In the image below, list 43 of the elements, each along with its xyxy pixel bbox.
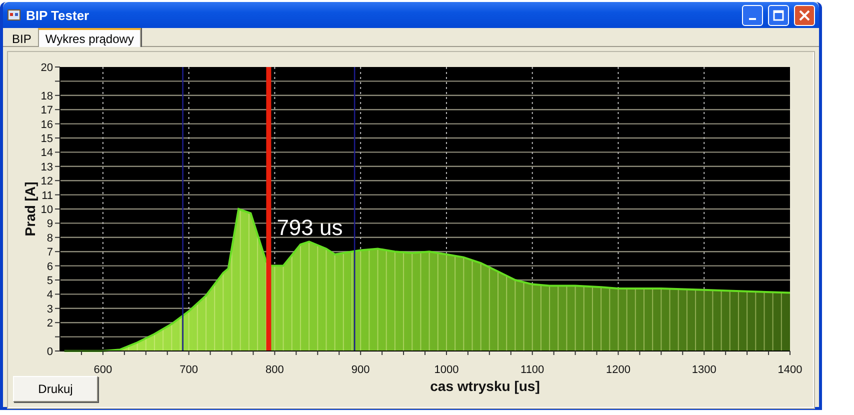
x-tick-label: 900 [351,364,370,376]
x-axis-title: cas wtrysku [us] [430,378,540,394]
y-tick-label: 20 [40,62,53,74]
y-axis-title: Prad [A] [22,182,38,236]
y-tick-label: 2 [46,318,53,330]
x-tick-label: 700 [180,364,198,376]
x-tick-label: 600 [94,364,112,376]
y-tick-label: 18 [40,90,53,102]
x-tick-label: 800 [266,364,284,376]
x-tick-label: 1100 [520,364,544,376]
x-tick-label: 1200 [606,364,630,376]
y-tick-label: 7 [46,246,53,259]
window-title: BIP Tester [26,8,90,22]
y-tick-label: 17 [40,104,53,117]
y-tick-label: 0 [46,346,53,358]
app-icon [7,8,21,22]
x-tick-label: 1000 [434,364,459,376]
y-tick-label: 11 [42,190,53,202]
maximize-button[interactable] [768,4,789,26]
y-tick-label: 13 [40,161,53,174]
tab[interactable]: BIP [5,30,38,46]
print-button[interactable]: Drukuj [13,376,98,402]
x-tick-label: 1300 [692,364,716,376]
close-button[interactable] [794,4,815,26]
y-tick-label: 16 [40,118,53,131]
y-tick-label: 6 [46,260,53,273]
y-tick-label: 5 [46,275,53,287]
y-tick-label: 10 [40,204,53,216]
close-icon [799,10,810,20]
x-tick-label: 1400 [778,364,802,376]
cursor-line[interactable] [266,67,272,351]
y-tick-label: 12 [40,176,53,188]
tab[interactable]: Wykres prądowy [38,28,141,47]
y-tick-label: 3 [46,303,53,316]
y-tick-label: 15 [40,133,53,145]
y-tick-label: 4 [46,289,53,302]
minimize-button[interactable] [742,4,763,26]
y-tick-label: 9 [46,218,53,230]
y-tick-label: 14 [40,147,53,160]
y-tick-label: 8 [46,232,53,244]
minimize-icon [749,18,756,20]
cursor-label: 793 us [276,215,343,240]
maximize-icon [773,10,784,20]
